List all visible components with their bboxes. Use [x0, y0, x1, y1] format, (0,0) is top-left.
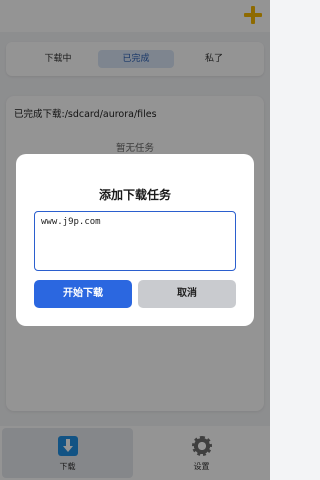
start-download-button[interactable]: 开始下载 [34, 280, 132, 308]
add-task-dialog: 添加下载任务 www.j9p.com 开始下载 取消 [16, 154, 254, 326]
modal-overlay[interactable]: 添加下载任务 www.j9p.com 开始下载 取消 [0, 0, 270, 480]
url-input[interactable]: www.j9p.com [34, 211, 236, 271]
cancel-button[interactable]: 取消 [138, 280, 236, 308]
dialog-title: 添加下载任务 [98, 188, 171, 202]
